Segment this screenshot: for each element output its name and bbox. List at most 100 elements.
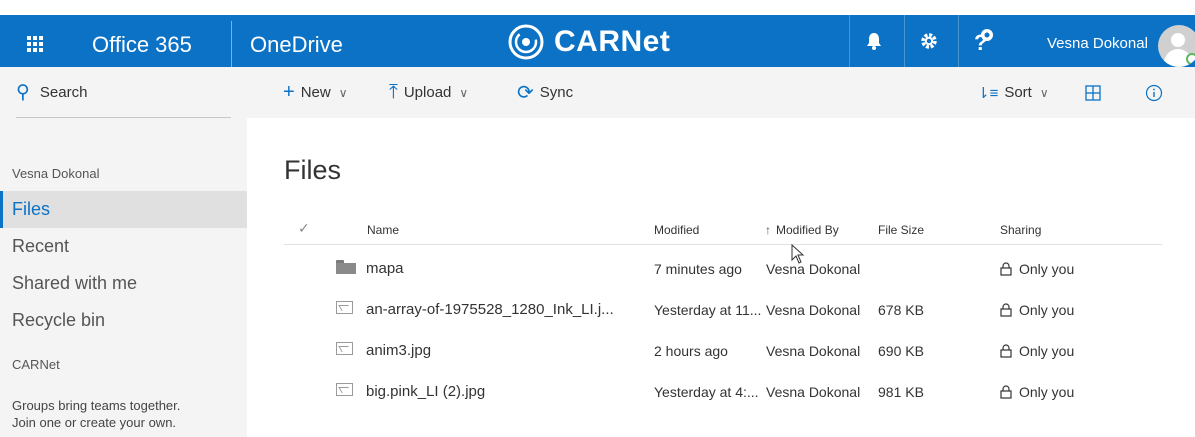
nav-group-heading-owner: Vesna Dokonal <box>12 166 100 181</box>
carnet-logo-text: CARNet <box>554 25 671 58</box>
sort-ascending-icon: ↑ <box>765 223 771 237</box>
sort-label: Sort <box>1004 84 1032 101</box>
image-file-icon <box>336 342 353 358</box>
sharing-label: Only you <box>1019 343 1075 359</box>
search-icon: ⚲ <box>16 82 30 103</box>
chevron-down-icon: ∨ <box>338 85 348 100</box>
file-name-link[interactable]: mapa <box>366 260 404 277</box>
table-row[interactable]: big.pink_LI (2).jpg Yesterday at 4:... V… <box>284 371 1162 412</box>
column-header-modified-by[interactable]: ↑ Modified By <box>765 223 839 237</box>
image-file-icon <box>336 383 353 399</box>
presence-indicator <box>1186 53 1195 65</box>
upload-arrow-icon: ⤒ <box>389 81 398 103</box>
upload-label: Upload <box>403 84 452 101</box>
lock-icon <box>1000 262 1012 276</box>
carnet-swirl-icon <box>508 24 544 60</box>
sharing-cell[interactable]: Only you <box>1000 302 1074 318</box>
modified-cell: Yesterday at 4:... <box>654 384 759 400</box>
info-pane-button[interactable] <box>1145 67 1163 118</box>
file-size-cell: 678 KB <box>878 302 924 318</box>
command-bar: + New ∨ ⤒ Upload ∨ ⟳ Sync ⇂≡ Sort ∨ <box>247 67 1195 118</box>
modified-cell: Yesterday at 11... <box>654 302 762 318</box>
file-name-link[interactable]: anim3.jpg <box>366 342 431 359</box>
grid-view-icon <box>1085 84 1101 101</box>
help-question-icon: ? <box>974 29 993 55</box>
sharing-label: Only you <box>1019 261 1075 277</box>
column-header-name[interactable]: Name <box>367 223 399 237</box>
sharing-cell[interactable]: Only you <box>1000 343 1074 359</box>
groups-note-line1: Groups bring teams together. <box>12 398 181 413</box>
new-button[interactable]: + New ∨ <box>283 67 348 118</box>
page-title: Files <box>284 155 342 185</box>
nav-item-label: Files <box>12 199 51 219</box>
bell-icon <box>866 33 881 50</box>
table-row[interactable]: an-array-of-1975528_1280_Ink_LI.j... Yes… <box>284 289 1162 330</box>
sort-button[interactable]: ⇂≡ Sort ∨ <box>977 67 1049 118</box>
modified-by-cell: Vesna Dokonal <box>766 302 861 318</box>
sync-label: Sync <box>539 84 574 101</box>
chevron-down-icon: ∨ <box>459 85 469 100</box>
sharing-cell[interactable]: Only you <box>1000 384 1074 400</box>
sharing-label: Only you <box>1019 302 1075 318</box>
sync-button[interactable]: ⟳ Sync <box>517 67 573 118</box>
gear-icon <box>920 33 937 49</box>
settings-button[interactable] <box>904 15 952 67</box>
modified-by-cell: Vesna Dokonal <box>766 343 861 359</box>
plus-icon: + <box>283 81 295 103</box>
sync-icon: ⟳ <box>517 82 534 104</box>
lock-icon <box>1000 344 1012 358</box>
chevron-down-icon: ∨ <box>1039 85 1049 100</box>
sharing-label: Only you <box>1019 384 1075 400</box>
nav-item-recycle-bin[interactable]: Recycle bin <box>0 302 247 339</box>
groups-note-line2: Join one or create your own. <box>12 415 177 430</box>
view-switcher-button[interactable] <box>1085 67 1101 118</box>
top-strip <box>0 0 1195 15</box>
notifications-button[interactable] <box>849 15 897 67</box>
column-header-file-size[interactable]: File Size <box>878 223 924 237</box>
user-name[interactable]: Vesna Dokonal <box>1047 35 1148 52</box>
file-size-cell: 981 KB <box>878 384 924 400</box>
sharing-cell[interactable]: Only you <box>1000 261 1074 277</box>
modified-by-cell: Vesna Dokonal <box>766 384 861 400</box>
lock-icon <box>1000 303 1012 317</box>
modified-cell: 7 minutes ago <box>654 261 742 277</box>
office365-brand-link[interactable]: Office 365 <box>92 32 192 58</box>
image-file-icon <box>336 301 353 317</box>
onedrive-app-link[interactable]: OneDrive <box>250 32 343 58</box>
column-header-sharing[interactable]: Sharing <box>1000 223 1041 237</box>
lock-icon <box>1000 385 1012 399</box>
nav-item-label: Recent <box>12 236 70 256</box>
new-label: New <box>300 84 331 101</box>
column-header-modified[interactable]: Modified <box>654 223 699 237</box>
waffle-icon <box>27 36 43 52</box>
table-row[interactable]: anim3.jpg 2 hours ago Vesna Dokonal 690 … <box>284 330 1162 371</box>
avatar[interactable] <box>1158 25 1195 67</box>
nav-item-shared-with-me[interactable]: Shared with me <box>0 265 247 302</box>
nav-item-recent[interactable]: Recent <box>0 228 247 265</box>
file-name-link[interactable]: an-array-of-1975528_1280_Ink_LI.j... <box>366 301 614 318</box>
app-launcher-button[interactable] <box>12 21 58 67</box>
folder-icon <box>336 260 356 277</box>
sort-icon: ⇂≡ <box>977 84 999 102</box>
select-all-checkbox[interactable]: ✓ <box>298 220 310 237</box>
nav-item-label: Shared with me <box>12 273 138 293</box>
suite-divider <box>231 21 232 67</box>
table-row[interactable]: mapa 7 minutes ago Vesna Dokonal Only yo… <box>284 248 1162 289</box>
modified-by-cell: Vesna Dokonal <box>766 261 861 277</box>
suite-bar: Office 365 OneDrive CARNet ? Vesna Dokon… <box>0 0 1195 67</box>
mouse-cursor-icon <box>791 244 805 264</box>
groups-note[interactable]: Groups bring teams together. Join one or… <box>12 397 180 431</box>
file-name-link[interactable]: big.pink_LI (2).jpg <box>366 383 485 400</box>
nav-group-heading-groups: CARNet <box>12 357 60 372</box>
carnet-logo: CARNet <box>508 24 670 60</box>
info-icon <box>1145 84 1163 101</box>
upload-button[interactable]: ⤒ Upload ∨ <box>389 67 468 118</box>
search-label: Search <box>39 84 88 101</box>
nav-item-files[interactable]: Files <box>0 191 247 228</box>
file-size-cell: 690 KB <box>878 343 924 359</box>
list-header: ✓ Name Modified ↑ Modified By File Size S… <box>284 218 1162 245</box>
search-box[interactable]: ⚲ Search <box>0 67 247 118</box>
help-button[interactable]: ? <box>958 15 1006 67</box>
column-header-modified-by-label: Modified By <box>776 223 839 237</box>
nav-item-label: Recycle bin <box>12 310 106 330</box>
